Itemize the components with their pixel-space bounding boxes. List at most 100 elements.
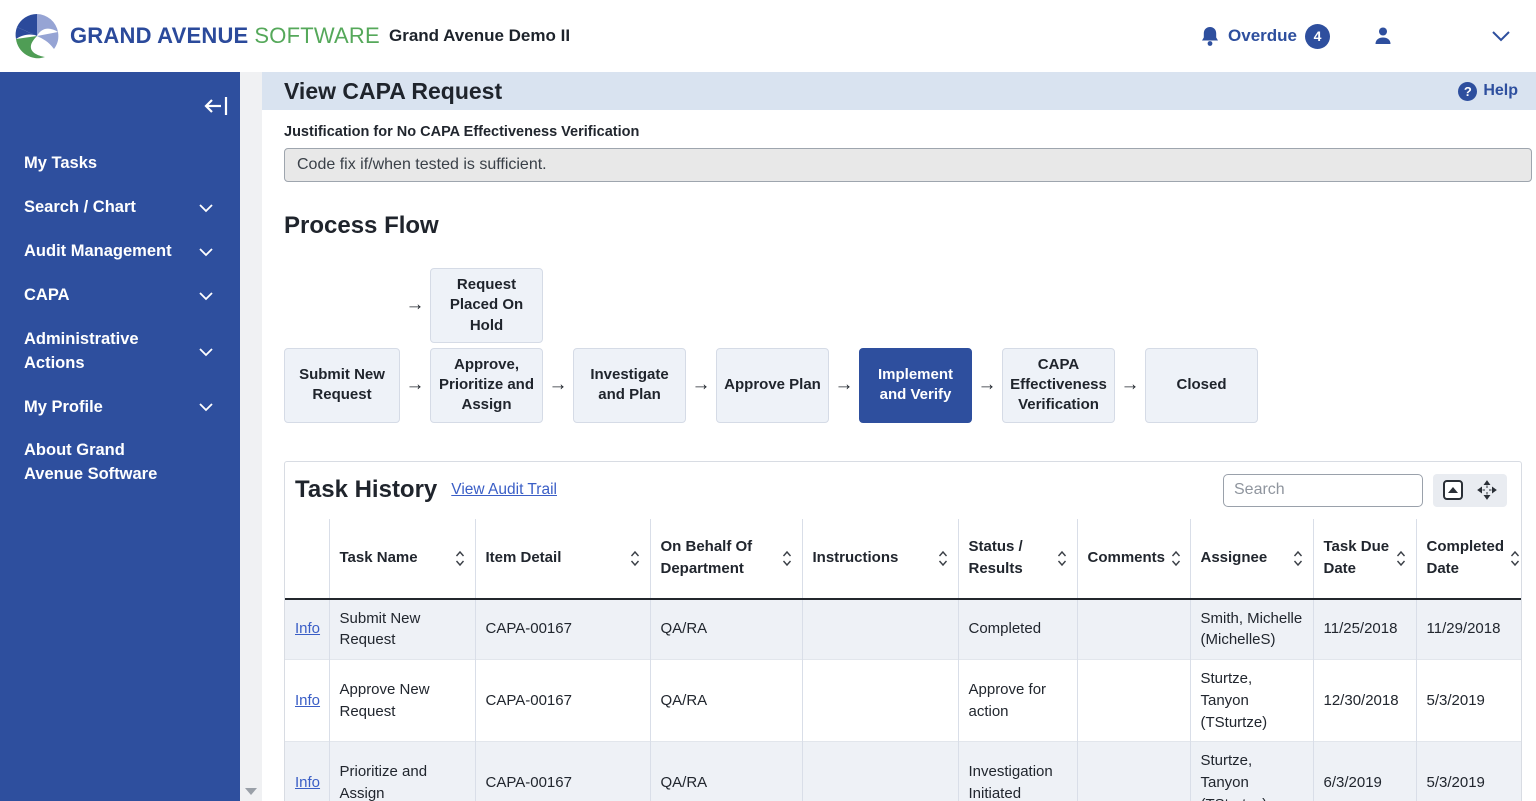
flow-step-capa-effectiveness-verification: CAPA Effectiveness Verification xyxy=(1002,348,1115,423)
logo-text-secondary: SOFTWARE xyxy=(254,23,379,48)
main-content: View CAPA Request ? Help Justification f… xyxy=(262,72,1536,801)
flow-arrow-icon: → xyxy=(400,348,430,423)
column-header-status-results[interactable]: Status / Results xyxy=(958,519,1077,599)
cell-due-date: 6/3/2019 xyxy=(1313,742,1416,801)
cell-comments xyxy=(1077,660,1190,742)
table-tool-buttons xyxy=(1433,474,1507,507)
sidebar-item-my-tasks[interactable]: My Tasks xyxy=(0,142,240,186)
search-input[interactable] xyxy=(1223,474,1423,507)
cell-status: Approve for action xyxy=(958,660,1077,742)
sort-icon[interactable] xyxy=(630,550,640,567)
sidebar-scrollbar[interactable] xyxy=(240,72,262,801)
header-menu-toggle[interactable] xyxy=(1490,29,1512,43)
flow-arrow-icon: → xyxy=(972,348,1002,423)
column-header-task-due-date[interactable]: Task Due Date xyxy=(1313,519,1416,599)
table-header-row: Task Name Item Detail On Behalf Of Depar… xyxy=(285,519,1521,599)
flow-step-submit-new-request: Submit New Request xyxy=(284,348,400,423)
sidebar-item-search-chart[interactable]: Search / Chart xyxy=(0,186,240,230)
top-header: GRAND AVENUESOFTWARE Grand Avenue Demo I… xyxy=(0,0,1536,72)
company-logo[interactable]: GRAND AVENUESOFTWARE xyxy=(14,13,380,59)
chevron-down-icon xyxy=(198,291,214,301)
column-header-assignee[interactable]: Assignee xyxy=(1190,519,1313,599)
info-link[interactable]: Info xyxy=(295,620,320,637)
column-header-comments[interactable]: Comments xyxy=(1077,519,1190,599)
cell-task-name: Prioritize and Assign xyxy=(329,742,475,801)
app-window: GRAND AVENUESOFTWARE Grand Avenue Demo I… xyxy=(0,0,1536,801)
justification-input[interactable] xyxy=(284,148,1532,182)
info-link[interactable]: Info xyxy=(295,692,320,709)
chevron-down-icon xyxy=(198,247,214,257)
sidebar-item-label: About Grand Avenue Software xyxy=(24,439,184,487)
collapse-triangle-icon xyxy=(1443,480,1463,500)
app-title: Grand Avenue Demo II xyxy=(389,26,570,46)
cell-due-date: 12/30/2018 xyxy=(1313,660,1416,742)
table-row: Info Approve New Request CAPA-00167 QA/R… xyxy=(285,660,1521,742)
chevron-down-icon xyxy=(1490,29,1512,43)
task-history-title: Task History xyxy=(295,476,437,504)
sort-icon[interactable] xyxy=(1293,550,1303,567)
chevron-down-icon xyxy=(198,347,214,357)
flow-step-approve-prioritize-assign: Approve, Prioritize and Assign xyxy=(430,348,543,423)
sidebar-item-administrative-actions[interactable]: Administrative Actions xyxy=(0,318,240,386)
chevron-down-icon xyxy=(198,203,214,213)
sidebar-item-label: Audit Management xyxy=(24,240,172,264)
move-table-button[interactable] xyxy=(1477,480,1497,500)
table-row: Info Submit New Request CAPA-00167 QA/RA… xyxy=(285,599,1521,660)
column-header-info xyxy=(285,519,329,599)
cell-instructions xyxy=(802,742,958,801)
sidebar-item-label: My Tasks xyxy=(24,152,97,176)
help-link[interactable]: ? Help xyxy=(1458,82,1518,101)
process-flow-heading: Process Flow xyxy=(284,212,1532,240)
cell-completed-date: 11/29/2018 xyxy=(1416,599,1521,660)
flow-arrow-icon: → xyxy=(1115,348,1145,423)
sidebar-item-audit-management[interactable]: Audit Management xyxy=(0,230,240,274)
sidebar-nav: My Tasks Search / Chart Audit Management… xyxy=(0,72,240,801)
logo-text: GRAND AVENUESOFTWARE xyxy=(70,23,380,49)
cell-department: QA/RA xyxy=(650,599,802,660)
user-account-button[interactable] xyxy=(1372,25,1394,47)
flow-step-investigate-and-plan: Investigate and Plan xyxy=(573,348,686,423)
page-title-bar: View CAPA Request ? Help xyxy=(262,72,1536,110)
cell-department: QA/RA xyxy=(650,742,802,801)
task-history-header: Task History View Audit Trail xyxy=(285,462,1521,519)
sort-icon[interactable] xyxy=(1057,550,1067,567)
content-area: Justification for No CAPA Effectiveness … xyxy=(262,110,1536,801)
task-history-card: Task History View Audit Trail xyxy=(284,461,1522,801)
header-right-controls: Overdue 4 xyxy=(1200,24,1512,49)
scrollbar-down-arrow-icon[interactable] xyxy=(245,788,257,795)
cell-instructions xyxy=(802,599,958,660)
sort-icon[interactable] xyxy=(1171,550,1181,567)
flow-step-implement-and-verify-active: Implement and Verify xyxy=(859,348,972,423)
sidebar-item-capa[interactable]: CAPA xyxy=(0,274,240,318)
flow-step-closed: Closed xyxy=(1145,348,1258,423)
cell-comments xyxy=(1077,742,1190,801)
overdue-label: Overdue xyxy=(1228,26,1297,46)
sort-icon[interactable] xyxy=(938,550,948,567)
flow-step-request-placed-on-hold: Request Placed On Hold xyxy=(430,268,543,343)
bell-icon xyxy=(1200,25,1220,47)
sort-icon[interactable] xyxy=(782,550,792,567)
flow-arrow-icon: → xyxy=(400,294,430,316)
info-link[interactable]: Info xyxy=(295,774,320,791)
sidebar-item-about[interactable]: About Grand Avenue Software xyxy=(0,429,210,497)
sort-icon[interactable] xyxy=(1510,550,1520,567)
cell-assignee: Sturtze, Tanyon (TSturtze) xyxy=(1190,742,1313,801)
column-header-completed-date[interactable]: Completed Date xyxy=(1416,519,1521,599)
overdue-notifications[interactable]: Overdue 4 xyxy=(1200,24,1330,49)
collapse-table-button[interactable] xyxy=(1443,480,1463,500)
logo-icon xyxy=(14,13,60,59)
sidebar-collapse-button[interactable] xyxy=(204,94,230,118)
sort-icon[interactable] xyxy=(455,550,465,567)
column-header-instructions[interactable]: Instructions xyxy=(802,519,958,599)
column-header-task-name[interactable]: Task Name xyxy=(329,519,475,599)
column-header-item-detail[interactable]: Item Detail xyxy=(475,519,650,599)
body-layout: My Tasks Search / Chart Audit Management… xyxy=(0,72,1536,801)
sidebar-item-my-profile[interactable]: My Profile xyxy=(0,386,240,430)
column-header-department[interactable]: On Behalf Of Department xyxy=(650,519,802,599)
sidebar-item-label: My Profile xyxy=(24,396,103,420)
cell-item-detail: CAPA-00167 xyxy=(475,599,650,660)
chevron-down-icon xyxy=(198,402,214,412)
sort-icon[interactable] xyxy=(1396,550,1406,567)
view-audit-trail-link[interactable]: View Audit Trail xyxy=(451,481,557,499)
help-label: Help xyxy=(1483,82,1518,100)
